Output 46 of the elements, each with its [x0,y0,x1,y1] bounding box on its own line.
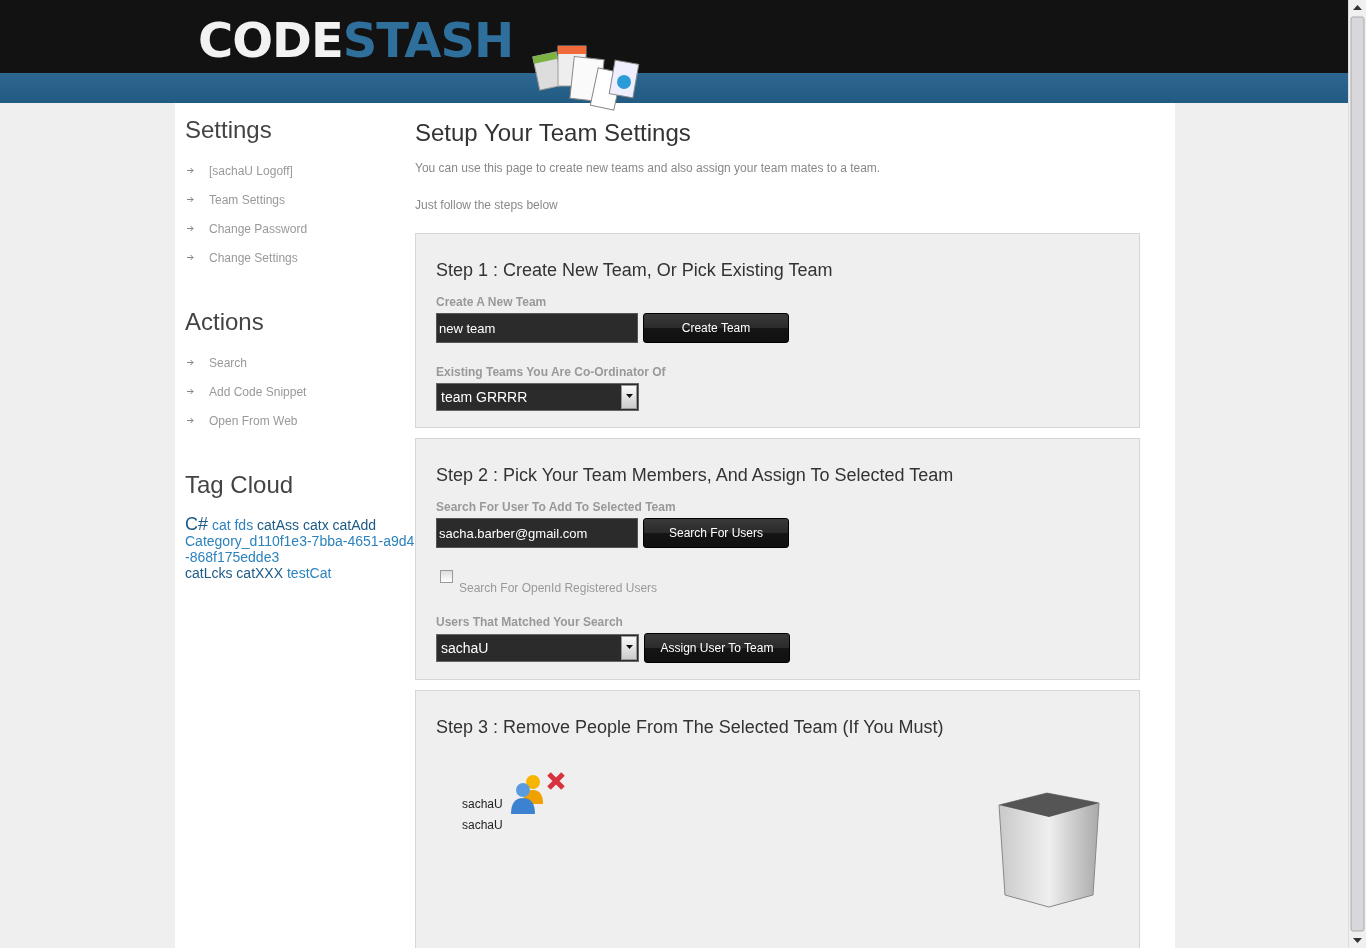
step-heading: Step 2 : Pick Your Team Members, And Assign To Selected Team [436,465,955,486]
tag-link[interactable]: catXXX [236,565,284,581]
dropdown[interactable]: team GRRRR [436,383,639,411]
step-heading: Step 1 : Create New Team, Or Pick Existing Team [436,260,834,281]
arrow-icon [187,254,194,261]
tag-link[interactable]: catx [302,517,329,533]
arrow-icon [187,225,194,232]
checkbox[interactable] [440,570,453,583]
section-heading: Actions [185,308,265,336]
arrow-icon [187,359,194,366]
logo-text: STASH [342,12,514,68]
tag-link[interactable]: catAdd [332,517,377,533]
arrow-icon [187,388,194,395]
section-heading: Settings [185,116,273,144]
field-label: Existing Teams You Are Co-Ordinator Of [436,365,667,379]
intro-text: You can use this page to create new teams and also assign your team mates to a team. [415,161,882,175]
action-button[interactable]: Assign User To Team [644,633,790,663]
arrow-icon [187,417,194,424]
action-button[interactable]: Create Team [643,313,789,343]
input-field[interactable]: sacha.barber@gmail.com [436,518,638,548]
dropdown-arrow-icon [625,394,633,398]
checkbox-label: Search For OpenId Registered Users [459,581,658,595]
dropdown[interactable]: sachaU [436,634,639,662]
tag-link[interactable]: fds [234,517,254,533]
tag-link[interactable]: C# [185,516,208,532]
tag-link[interactable]: cat [211,517,231,533]
team-member[interactable]: sachaU [462,794,503,815]
hint-text: Just follow the steps below [415,198,559,212]
team-member[interactable]: sachaU [462,815,503,836]
trash-can-icon [997,791,1101,909]
arrow-icon [187,167,194,174]
step-heading: Step 3 : Remove People From The Selected Team (If You Must) [436,717,945,738]
tag-link[interactable]: catLcks [185,565,233,581]
input-field[interactable]: new team [436,313,638,343]
arrow-icon [187,196,194,203]
dropdown-arrow-icon [625,645,633,649]
tag-link[interactable]: catAss [257,517,300,533]
section-heading: Tag Cloud [185,471,295,499]
action-button[interactable]: Search For Users [643,518,789,548]
field-label: Users That Matched Your Search [436,615,624,629]
logo-text: CODE [198,12,343,68]
field-label: Create A New Team [436,295,548,309]
tag-link[interactable]: testCat [286,565,332,581]
page-title: Setup Your Team Settings [415,119,692,147]
scrollbar[interactable] [1348,0,1366,948]
field-label: Search For User To Add To Selected Team [436,500,677,514]
